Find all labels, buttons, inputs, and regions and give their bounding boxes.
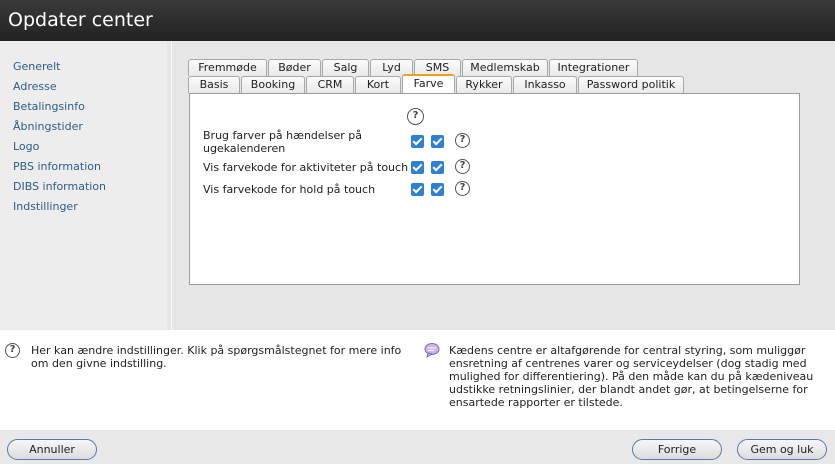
checkbox-hold-touch-2[interactable] (431, 183, 444, 196)
checkbox-aktiviteter-touch-1[interactable] (411, 161, 424, 174)
tab-crm[interactable]: CRM (306, 76, 354, 93)
checkbox-aktiviteter-touch-2[interactable] (431, 161, 444, 174)
checkbox-hold-touch-1[interactable] (411, 183, 424, 196)
help-icon-aktiviteter-touch[interactable]: ? (455, 159, 470, 174)
tab-integrationer[interactable]: Integrationer (549, 59, 638, 76)
info-text-right: Kædens centre er altafgørende for centra… (449, 344, 814, 409)
info-area: ? Her kan ændre indstillinger. Klik på s… (0, 330, 835, 430)
setting-label-ugekalender: Brug farver på hændelser på ugekalendere… (203, 129, 362, 155)
tab-password-politik[interactable]: Password politik (578, 76, 684, 93)
tab-medlemskab[interactable]: Medlemskab (462, 59, 548, 76)
tab-salg[interactable]: Salg (322, 59, 369, 76)
window-title: Opdater center (8, 9, 153, 31)
sidebar-item-pbs-information[interactable]: PBS information (13, 160, 101, 173)
tab-rykker[interactable]: Rykker (456, 76, 512, 93)
tab-kort[interactable]: Kort (355, 76, 401, 93)
tab-row-2: Basis Booking CRM Kort Farve Rykker Inka… (188, 74, 688, 93)
tab-boeder[interactable]: Bøder (268, 59, 321, 76)
setting-label-aktiviteter-touch: Vis farvekode for aktiviteter på touch (203, 161, 409, 174)
footer: Annuller Forrige Gem og luk (0, 430, 835, 464)
save-close-button[interactable]: Gem og luk (737, 439, 827, 460)
tab-fremmoede[interactable]: Fremmøde (188, 59, 267, 76)
sidebar-item-logo[interactable]: Logo (13, 140, 39, 153)
sidebar: Generelt Adresse Betalingsinfo Åbningsti… (0, 41, 167, 330)
tab-inkasso[interactable]: Inkasso (513, 76, 577, 93)
sidebar-item-aabningstider[interactable]: Åbningstider (13, 120, 83, 133)
title-bar: Opdater center (0, 0, 835, 41)
checkbox-ugekalender-2[interactable] (431, 135, 444, 148)
main-area: Generelt Adresse Betalingsinfo Åbningsti… (0, 41, 835, 330)
speech-bubble-icon (424, 343, 440, 358)
tab-farve[interactable]: Farve (402, 74, 455, 93)
previous-button[interactable]: Forrige (632, 439, 722, 460)
help-icon-info: ? (5, 343, 20, 358)
sidebar-item-betalingsinfo[interactable]: Betalingsinfo (13, 100, 85, 113)
help-icon-ugekalender[interactable]: ? (455, 133, 470, 148)
settings-panel: ? Brug farver på hændelser på ugekalende… (189, 93, 800, 285)
checkbox-ugekalender-1[interactable] (411, 135, 424, 148)
help-icon-hold-touch[interactable]: ? (455, 181, 470, 196)
tab-booking[interactable]: Booking (241, 76, 305, 93)
cancel-button[interactable]: Annuller (7, 439, 97, 460)
tab-basis[interactable]: Basis (188, 76, 240, 93)
sidebar-item-adresse[interactable]: Adresse (13, 80, 57, 93)
sidebar-item-indstillinger[interactable]: Indstillinger (13, 200, 78, 213)
sidebar-item-generelt[interactable]: Generelt (13, 60, 60, 73)
sidebar-item-dibs-information[interactable]: DIBS information (13, 180, 106, 193)
help-icon-header[interactable]: ? (407, 108, 424, 125)
setting-label-hold-touch: Vis farvekode for hold på touch (203, 183, 376, 196)
info-text-left: Her kan ændre indstillinger. Klik på spø… (31, 344, 402, 370)
sidebar-divider (171, 41, 172, 330)
